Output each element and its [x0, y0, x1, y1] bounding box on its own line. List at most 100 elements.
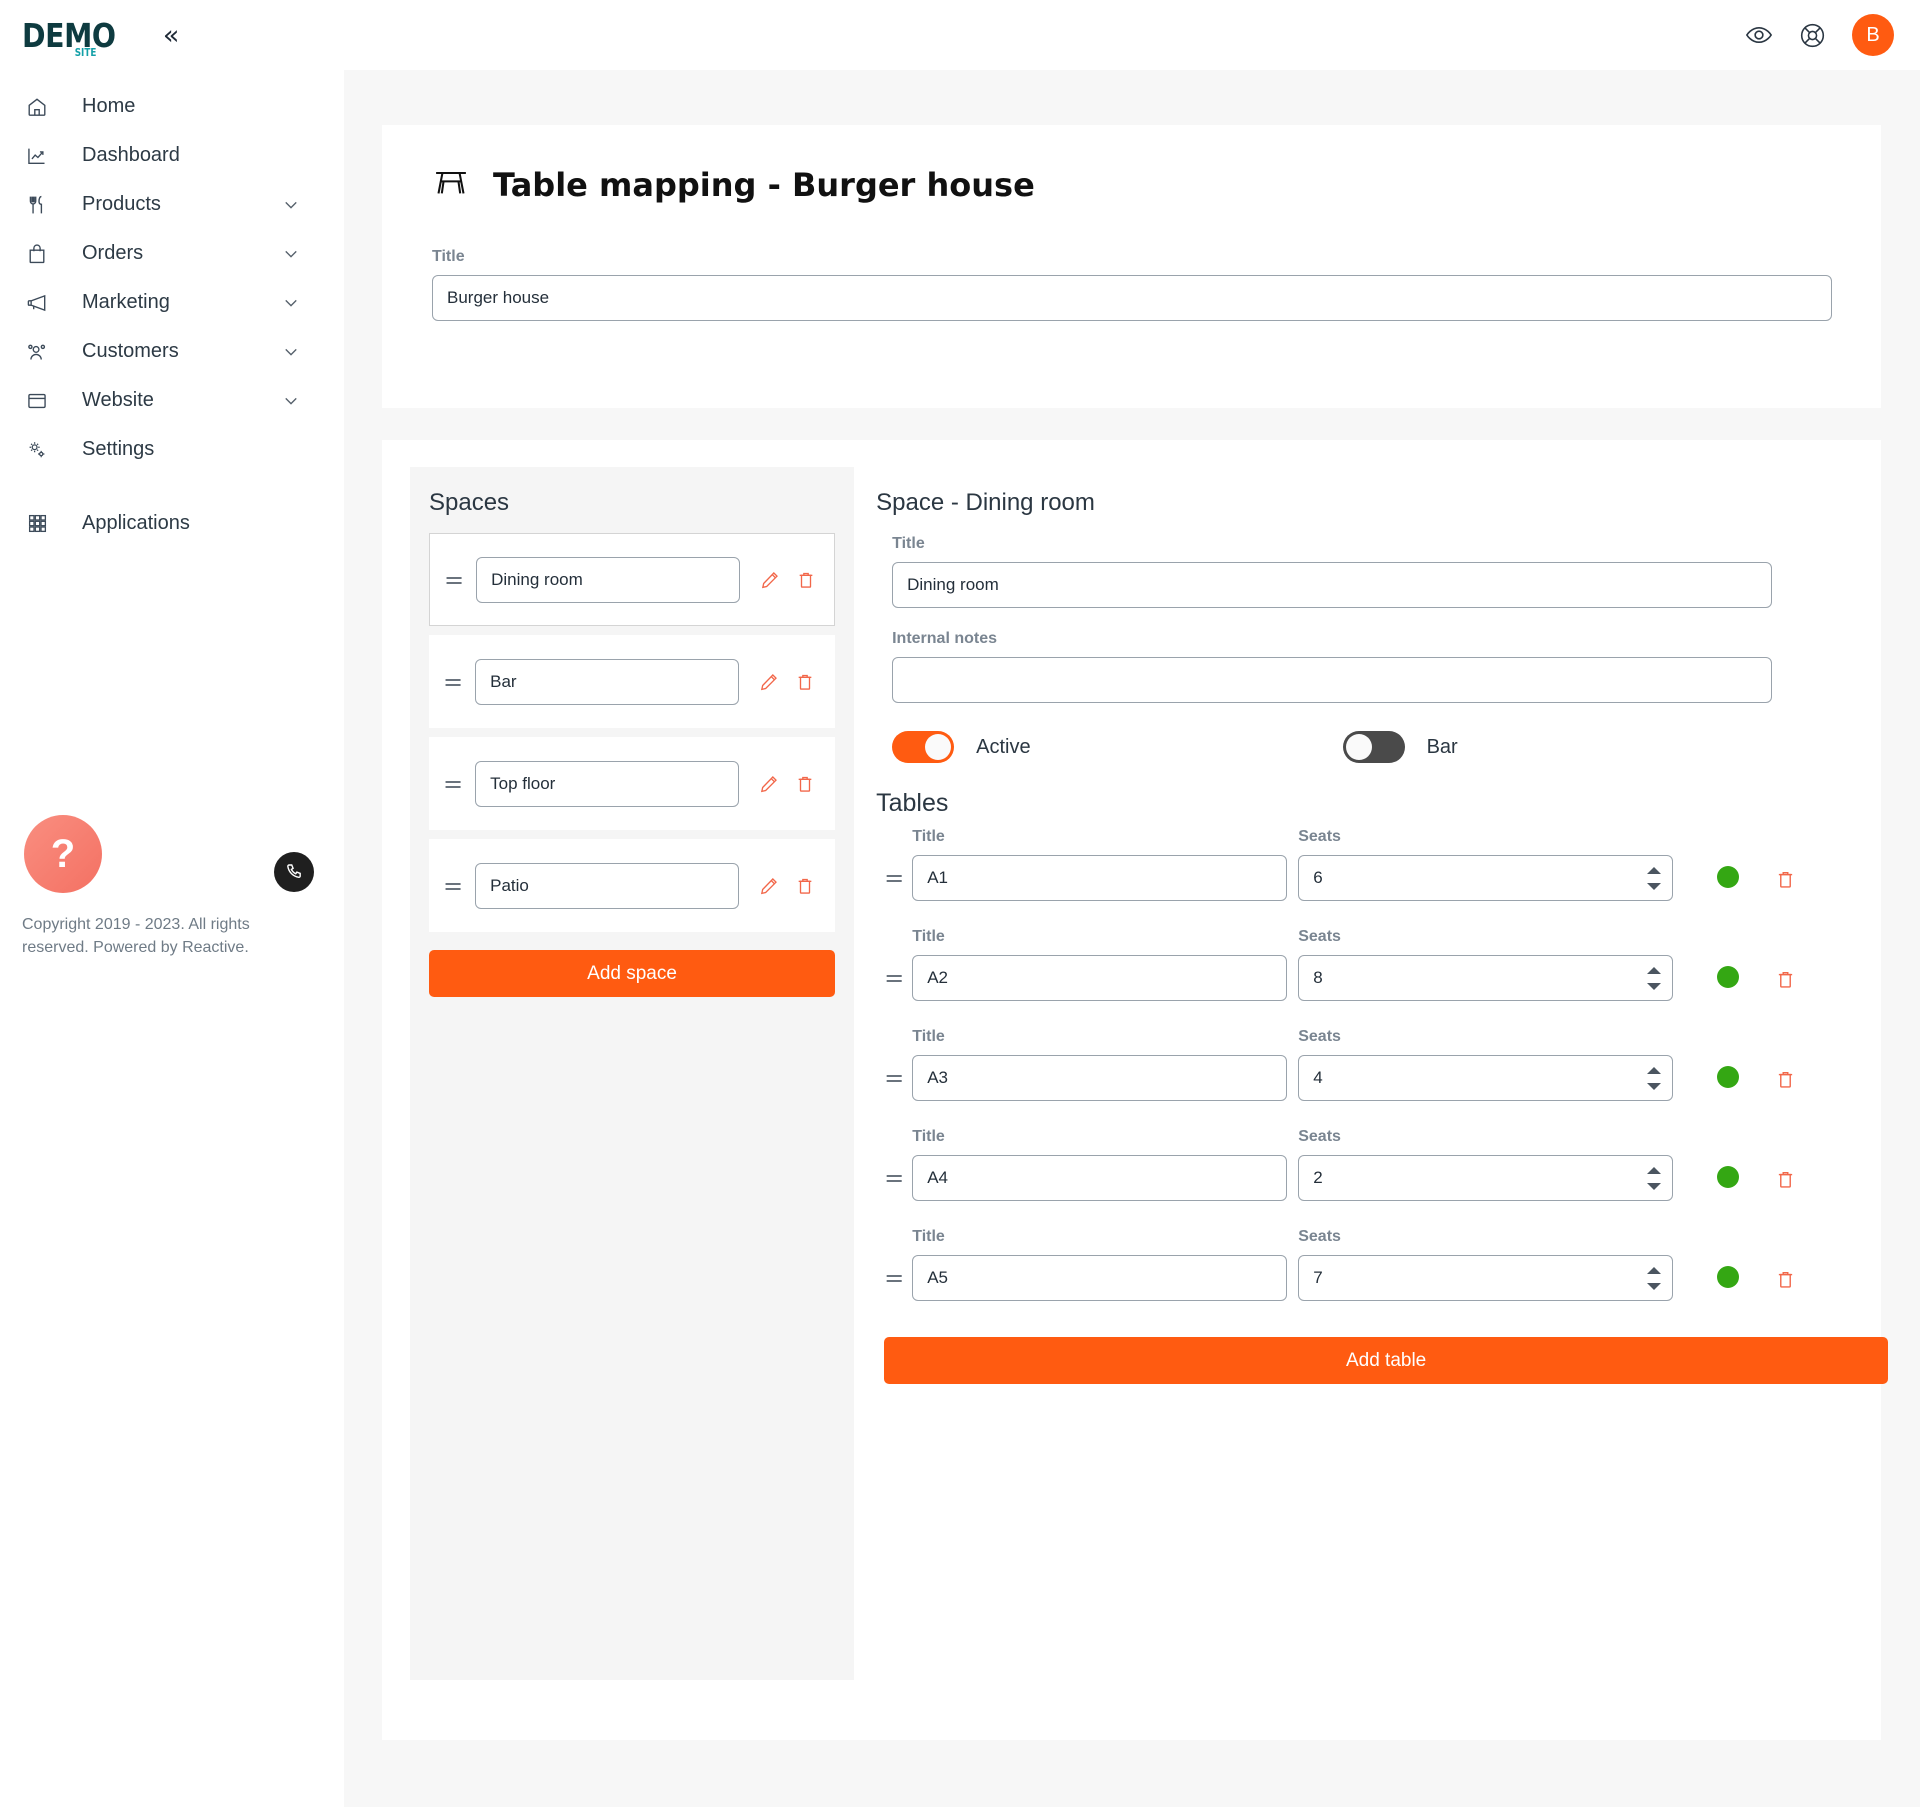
- trash-icon[interactable]: [795, 774, 815, 794]
- table-row: = Title Seats: [884, 828, 1888, 901]
- pencil-icon[interactable]: [759, 774, 779, 794]
- chevron-down-icon[interactable]: [282, 245, 300, 263]
- table-row: = Title Seats: [884, 928, 1888, 1001]
- sidebar-item-customers[interactable]: Customers: [0, 327, 344, 376]
- seats-stepper[interactable]: [1647, 1055, 1662, 1101]
- logo-subtext: SITE: [74, 45, 97, 59]
- space-title-input[interactable]: [892, 562, 1773, 608]
- table-status-dot[interactable]: [1717, 1266, 1740, 1288]
- stepper-up-icon[interactable]: [1647, 1266, 1662, 1274]
- space-name-input[interactable]: [476, 556, 741, 603]
- eye-icon[interactable]: [1745, 21, 1773, 49]
- table-title-field: Title: [912, 928, 1288, 1001]
- table-seats-field: Seats: [1298, 1128, 1674, 1201]
- table-seats-input[interactable]: [1298, 955, 1674, 1001]
- space-row[interactable]: =: [429, 839, 836, 932]
- table-seats-input[interactable]: [1298, 855, 1674, 901]
- space-name-input[interactable]: [475, 760, 740, 807]
- chevron-down-icon[interactable]: [282, 196, 300, 214]
- space-row[interactable]: =: [429, 533, 836, 626]
- drag-handle-icon[interactable]: =: [884, 864, 904, 892]
- table-seats-input[interactable]: [1298, 1255, 1674, 1301]
- stepper-up-icon[interactable]: [1647, 1166, 1662, 1174]
- table-seats-input[interactable]: [1298, 1155, 1674, 1201]
- trash-icon[interactable]: [796, 570, 816, 590]
- collapse-sidebar-button[interactable]: «: [163, 22, 180, 49]
- chevron-down-icon[interactable]: [282, 294, 300, 312]
- table-seats-field: Seats: [1298, 928, 1674, 1001]
- trash-icon[interactable]: [1775, 1269, 1796, 1290]
- table-title-input[interactable]: [912, 855, 1288, 901]
- space-row[interactable]: =: [429, 635, 836, 728]
- trash-icon[interactable]: [1775, 1069, 1796, 1090]
- table-title-input[interactable]: [912, 1255, 1288, 1301]
- stepper-down-icon[interactable]: [1647, 1082, 1662, 1090]
- drag-handle-icon[interactable]: =: [443, 874, 463, 898]
- internal-notes-input[interactable]: [892, 657, 1773, 703]
- pencil-icon[interactable]: [759, 672, 779, 692]
- stepper-down-icon[interactable]: [1647, 982, 1662, 990]
- sidebar-item-website[interactable]: Website: [0, 376, 344, 425]
- chevron-down-icon[interactable]: [282, 392, 300, 410]
- seats-stepper[interactable]: [1647, 1155, 1662, 1201]
- table-title-label: Title: [912, 1128, 945, 1145]
- brand-logo[interactable]: DEMO SITE: [22, 19, 131, 59]
- phone-icon[interactable]: [274, 852, 314, 892]
- stepper-down-icon[interactable]: [1647, 1182, 1662, 1190]
- stepper-down-icon[interactable]: [1647, 1282, 1662, 1290]
- space-name-input[interactable]: [475, 658, 740, 705]
- sidebar-item-settings[interactable]: Settings: [0, 425, 344, 474]
- table-title-input[interactable]: [912, 955, 1288, 1001]
- avatar[interactable]: B: [1852, 14, 1894, 56]
- sidebar-item-applications[interactable]: Applications: [0, 499, 344, 548]
- drag-handle-icon[interactable]: =: [884, 1264, 904, 1292]
- stepper-up-icon[interactable]: [1647, 966, 1662, 974]
- sidebar-item-label: Dashboard: [82, 144, 180, 166]
- sidebar-item-marketing[interactable]: Marketing: [0, 278, 344, 327]
- table-seats-input[interactable]: [1298, 1055, 1674, 1101]
- help-button[interactable]: ?: [24, 815, 102, 893]
- space-name-input[interactable]: [475, 862, 740, 909]
- table-status-dot[interactable]: [1717, 866, 1740, 888]
- space-row[interactable]: =: [429, 737, 836, 830]
- table-status-dot[interactable]: [1717, 1166, 1740, 1188]
- drag-handle-icon[interactable]: =: [884, 1164, 904, 1192]
- table-title-input[interactable]: [912, 1155, 1288, 1201]
- lifebuoy-icon[interactable]: [1799, 22, 1826, 49]
- main-content: Table mapping - Burger house Title Space…: [344, 70, 1920, 1807]
- drag-handle-icon[interactable]: =: [884, 1064, 904, 1092]
- drag-handle-icon[interactable]: =: [444, 568, 464, 592]
- table-seats-label: Seats: [1298, 828, 1341, 845]
- trash-icon[interactable]: [1775, 869, 1796, 890]
- chevron-down-icon[interactable]: [282, 343, 300, 361]
- seats-stepper[interactable]: [1647, 955, 1662, 1001]
- stepper-down-icon[interactable]: [1647, 882, 1662, 890]
- table-title-input[interactable]: [912, 1055, 1288, 1101]
- sidebar-item-dashboard[interactable]: Dashboard: [0, 131, 344, 180]
- drag-handle-icon[interactable]: =: [443, 670, 463, 694]
- table-status-dot[interactable]: [1717, 966, 1740, 988]
- add-space-button[interactable]: Add space: [429, 950, 836, 997]
- mapping-title-input[interactable]: [432, 275, 1832, 321]
- sidebar-item-products[interactable]: Products: [0, 180, 344, 229]
- pencil-icon[interactable]: [760, 570, 780, 590]
- active-toggle[interactable]: [892, 731, 955, 763]
- sidebar-item-orders[interactable]: Orders: [0, 229, 344, 278]
- stepper-up-icon[interactable]: [1647, 1066, 1662, 1074]
- table-status-dot[interactable]: [1717, 1066, 1740, 1088]
- trash-icon[interactable]: [1775, 969, 1796, 990]
- seats-stepper[interactable]: [1647, 1255, 1662, 1301]
- drag-handle-icon[interactable]: =: [443, 772, 463, 796]
- add-table-button[interactable]: Add table: [884, 1337, 1889, 1384]
- stepper-up-icon[interactable]: [1647, 866, 1662, 874]
- users-icon: [22, 341, 52, 363]
- pencil-icon[interactable]: [759, 876, 779, 896]
- trash-icon[interactable]: [795, 672, 815, 692]
- seats-stepper[interactable]: [1647, 855, 1662, 901]
- bar-toggle[interactable]: [1342, 731, 1405, 763]
- tables-heading: Tables: [876, 789, 949, 817]
- trash-icon[interactable]: [1775, 1169, 1796, 1190]
- trash-icon[interactable]: [795, 876, 815, 896]
- sidebar-item-home[interactable]: Home: [0, 82, 344, 131]
- drag-handle-icon[interactable]: =: [884, 964, 904, 992]
